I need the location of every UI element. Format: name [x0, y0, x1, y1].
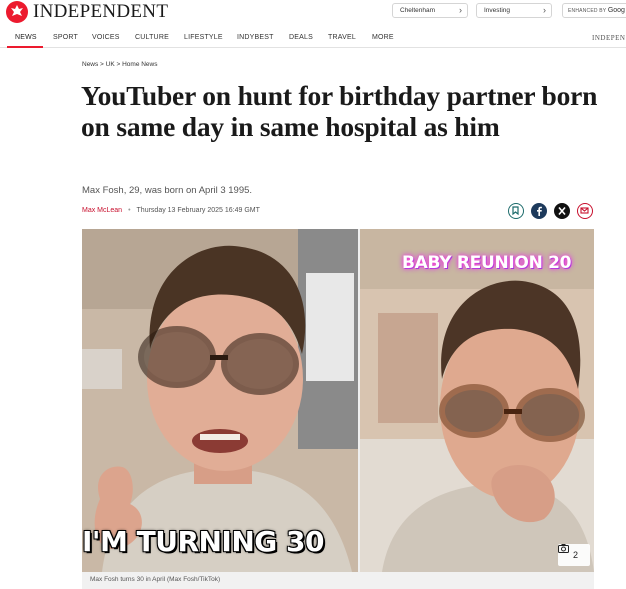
publish-date: Thursday 13 February 2025 16:49 GMT — [136, 207, 260, 214]
image-caption: Max Fosh turns 30 in April (Max Fosh/Tik… — [82, 572, 594, 589]
page-title: YouTuber on hunt for birthday partner bo… — [81, 80, 598, 142]
nav-item-culture[interactable]: CULTURE — [135, 34, 169, 41]
x-icon[interactable] — [554, 203, 570, 219]
nav-item-news[interactable]: NEWS — [15, 34, 37, 41]
gallery-count: 2 — [572, 550, 578, 560]
standfirst: Max Fosh, 29, was born on April 3 1995. — [82, 185, 253, 196]
nav-item-lifestyle[interactable]: LIFESTYLE — [184, 34, 223, 41]
nav-active-indicator — [7, 46, 43, 48]
nav-item-travel[interactable]: TRAVEL — [328, 34, 356, 41]
chevron-right-icon: › — [543, 5, 546, 15]
nav-item-more[interactable]: MORE — [372, 34, 394, 41]
cheltenham-pill-label: Cheltenham — [400, 7, 436, 14]
nav-item-sport[interactable]: SPORT — [53, 34, 78, 41]
main-nav: NEWS SPORT VOICES CULTURE LIFESTYLE INDY… — [0, 27, 626, 48]
search-prefix: ENHANCED BY — [568, 8, 607, 14]
article-hero-image[interactable]: BABY REUNION 20 I'M TURNING 30 2 — [82, 229, 594, 572]
nav-item-voices[interactable]: VOICES — [92, 34, 120, 41]
investing-pill[interactable]: Investing › — [476, 3, 552, 18]
gallery-count-badge[interactable]: 2 — [558, 544, 590, 566]
cheltenham-pill[interactable]: Cheltenham › — [392, 3, 468, 18]
investing-pill-label: Investing — [484, 7, 511, 14]
nav-brand: INDEPEN — [592, 34, 626, 42]
bookmark-icon[interactable] — [508, 203, 524, 219]
search-input[interactable]: ENHANCED BY Goog — [562, 3, 626, 18]
site-logo[interactable]: INDEPENDENT — [6, 1, 168, 23]
site-brand: INDEPENDENT — [33, 1, 169, 22]
left-overlay-text: I'M TURNING 30 — [82, 525, 324, 558]
nav-item-deals[interactable]: DEALS — [289, 34, 313, 41]
email-icon[interactable] — [577, 203, 593, 219]
top-bar: INDEPENDENT Cheltenham › Investing › ENH… — [0, 0, 626, 26]
search-brand: Goog — [607, 7, 625, 14]
right-overlay-text: BABY REUNION 20 — [402, 253, 572, 273]
byline-separator: • — [128, 207, 131, 214]
breadcrumb[interactable]: News > UK > Home News — [82, 61, 158, 68]
eagle-logo-icon — [6, 1, 28, 23]
nav-item-indybest[interactable]: INDYBEST — [237, 34, 274, 41]
hero-photo-illustration — [82, 229, 594, 572]
byline: Max McLean • Thursday 13 February 2025 1… — [82, 207, 260, 214]
author-link[interactable]: Max McLean — [82, 207, 122, 214]
facebook-icon[interactable] — [531, 203, 547, 219]
chevron-right-icon: › — [459, 5, 462, 15]
